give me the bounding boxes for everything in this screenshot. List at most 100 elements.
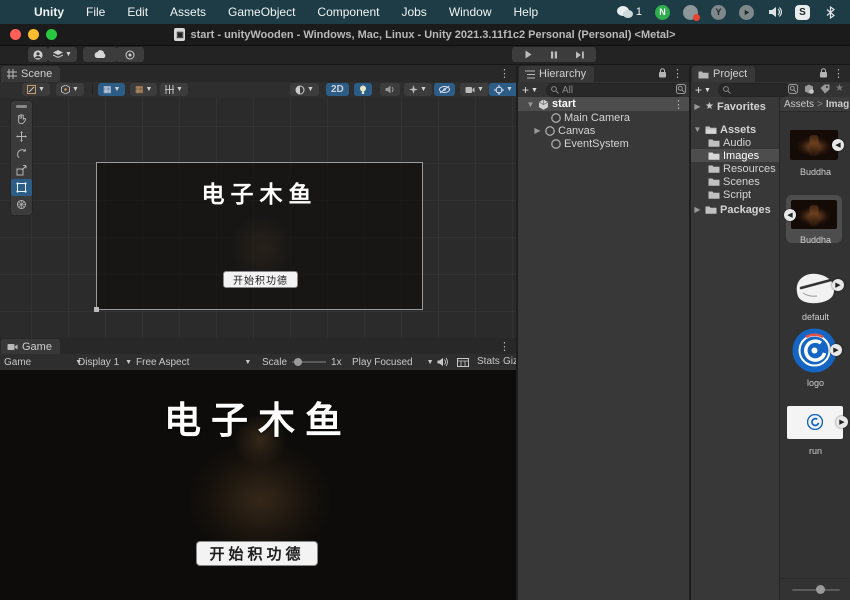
asset-label-buddha-1[interactable]: Buddha	[780, 167, 850, 177]
snap-increment-dropdown[interactable]: ▼	[160, 83, 188, 96]
hierarchy-item-canvas[interactable]: ▶ Canvas	[518, 124, 689, 137]
game-display-popup[interactable]: Game▼	[4, 354, 82, 370]
hierarchy-create-dropdown[interactable]: +▼	[522, 83, 538, 97]
play-focused-dropdown[interactable]: Play Focused▼	[352, 354, 434, 370]
scale-slider-thumb[interactable]	[294, 358, 302, 366]
tab-scene[interactable]: Scene	[1, 66, 60, 82]
wheel-status-icon[interactable]: Y	[711, 5, 726, 20]
menu-assets[interactable]: Assets	[170, 5, 206, 19]
hierarchy-search-type-icon[interactable]	[676, 84, 686, 94]
menu-component[interactable]: Component	[317, 5, 379, 19]
asset-label-run[interactable]: run	[780, 446, 850, 456]
scene-viewport[interactable]: 电子木鱼 开始积功德	[0, 98, 516, 338]
project-breadcrumb[interactable]: Assets > Imag	[780, 97, 850, 112]
transform-tool[interactable]	[11, 196, 32, 213]
ui-canvas-outline[interactable]: 电子木鱼 开始积功德	[96, 162, 423, 310]
bluetooth-status-icon[interactable]	[823, 5, 838, 20]
toolstrip-grip[interactable]	[16, 105, 27, 108]
audio-toggle[interactable]	[380, 83, 400, 96]
hidden-objects-toggle[interactable]	[434, 83, 455, 96]
project-lock-icon[interactable]	[819, 68, 828, 78]
project-favorites-filter-icon[interactable]: ★	[835, 83, 844, 94]
menu-gameobject[interactable]: GameObject	[228, 5, 295, 19]
asset-label-buddha-2[interactable]: Buddha	[780, 235, 850, 245]
camera-settings-dropdown[interactable]: ▼	[460, 83, 489, 96]
menu-jobs[interactable]: Jobs	[401, 5, 426, 19]
project-package-filter-icon[interactable]	[804, 84, 814, 94]
favorites-row[interactable]: ▶ ★ Favorites	[691, 100, 779, 113]
hierarchy-lock-icon[interactable]	[658, 68, 667, 78]
pivot-rotation-dropdown[interactable]: ▼	[56, 83, 84, 96]
view-hand-tool[interactable]	[11, 111, 32, 128]
hierarchy-item-eventsystem[interactable]: EventSystem	[518, 137, 689, 150]
tab-game[interactable]: Game	[1, 339, 60, 355]
gizmos-dropdown[interactable]: ▼	[489, 83, 518, 96]
hierarchy-item-main-camera[interactable]: Main Camera	[518, 111, 689, 124]
menu-help[interactable]: Help	[514, 5, 539, 19]
asset-preview-badge[interactable]: ▶	[832, 279, 844, 291]
asset-preview-badge[interactable]: ◀	[784, 209, 796, 221]
folder-scenes[interactable]: Scenes	[691, 175, 779, 188]
project-search-input[interactable]	[718, 83, 790, 97]
account-button[interactable]	[28, 47, 48, 62]
tab-hierarchy[interactable]: Hierarchy	[519, 66, 594, 82]
volume-status-icon[interactable]	[767, 5, 782, 20]
menu-file[interactable]: File	[86, 5, 105, 19]
hierarchy-search-input[interactable]: All	[546, 83, 684, 97]
asset-label-default[interactable]: default	[780, 312, 850, 322]
aspect-dropdown[interactable]: Free Aspect▼	[136, 354, 251, 370]
asset-thumb-buddha-1[interactable]: ◀	[790, 130, 838, 160]
menu-window[interactable]: Window	[449, 5, 492, 19]
menu-edit[interactable]: Edit	[127, 5, 148, 19]
notification-red-dot-icon[interactable]	[683, 5, 698, 20]
display-1-dropdown[interactable]: Display 1▼	[78, 354, 132, 370]
stats-toggle[interactable]: Stats	[477, 356, 500, 367]
game-start-button[interactable]: 开始积功德	[196, 541, 318, 566]
s-app-status-icon[interactable]: S	[795, 5, 810, 20]
draw-mode-dropdown[interactable]: ▼	[290, 83, 319, 96]
asset-preview-badge[interactable]: ▶	[830, 344, 842, 356]
packages-row[interactable]: ▶ Packages	[691, 203, 779, 216]
target-button[interactable]	[116, 47, 144, 62]
hierarchy-scene-row[interactable]: ▼ start ⋮	[518, 97, 689, 111]
menu-unity[interactable]: Unity	[34, 5, 64, 19]
scale-tool[interactable]	[11, 162, 32, 179]
scene-menu-kebab[interactable]: ⋮	[499, 67, 510, 80]
2d-mode-toggle[interactable]: 2D	[326, 83, 349, 96]
rect-tool-selected[interactable]	[11, 179, 32, 196]
folder-audio[interactable]: Audio	[691, 136, 779, 149]
move-tool[interactable]	[11, 128, 32, 145]
game-audio-toggle[interactable]	[437, 357, 448, 367]
breadcrumb-images[interactable]: Imag	[826, 99, 849, 110]
tool-settings-dropdown[interactable]: ▼	[22, 83, 50, 96]
assets-root-row[interactable]: ▼ Assets	[691, 123, 779, 136]
project-search-type-icon[interactable]	[788, 84, 798, 94]
grid-snapping-toggle[interactable]: ▦▼	[98, 83, 125, 96]
folder-resources[interactable]: Resources	[691, 162, 779, 175]
effects-dropdown[interactable]: ▼	[404, 83, 432, 96]
asset-preview-badge[interactable]: ◀	[832, 139, 844, 151]
vsync-toggle[interactable]	[457, 358, 469, 367]
project-menu-kebab[interactable]: ⋮	[833, 67, 844, 80]
asset-thumb-run[interactable]: ▶	[787, 406, 843, 439]
lighting-toggle[interactable]	[354, 83, 372, 96]
grid-visibility-dropdown[interactable]: ▦▼	[130, 83, 157, 96]
canvas-resize-handle[interactable]	[94, 307, 99, 312]
asset-thumb-logo[interactable]: ▶	[792, 328, 837, 373]
asset-thumb-buddha-2-selected[interactable]: ◀	[791, 200, 837, 229]
scale-slider[interactable]: Scale 1x	[262, 354, 342, 370]
asset-preview-badge[interactable]: ▶	[836, 416, 848, 428]
game-viewport[interactable]: 电子木鱼 开始积功德	[0, 370, 516, 600]
game-menu-kebab[interactable]: ⋮	[499, 340, 510, 353]
rotate-tool[interactable]	[11, 145, 32, 162]
project-create-dropdown[interactable]: +▼	[695, 83, 711, 97]
layers-dropdown[interactable]: ▼	[48, 47, 77, 62]
scene-row-kebab[interactable]: ⋮	[673, 98, 684, 111]
play-circle-status-icon[interactable]	[739, 5, 754, 20]
project-label-filter-icon[interactable]	[820, 84, 830, 94]
scene-start-button[interactable]: 开始积功德	[223, 271, 298, 288]
hierarchy-menu-kebab[interactable]: ⋮	[672, 67, 683, 80]
cloud-button[interactable]	[83, 47, 117, 62]
asset-label-logo[interactable]: logo	[780, 378, 850, 388]
folder-images-selected[interactable]: Images	[691, 149, 779, 162]
